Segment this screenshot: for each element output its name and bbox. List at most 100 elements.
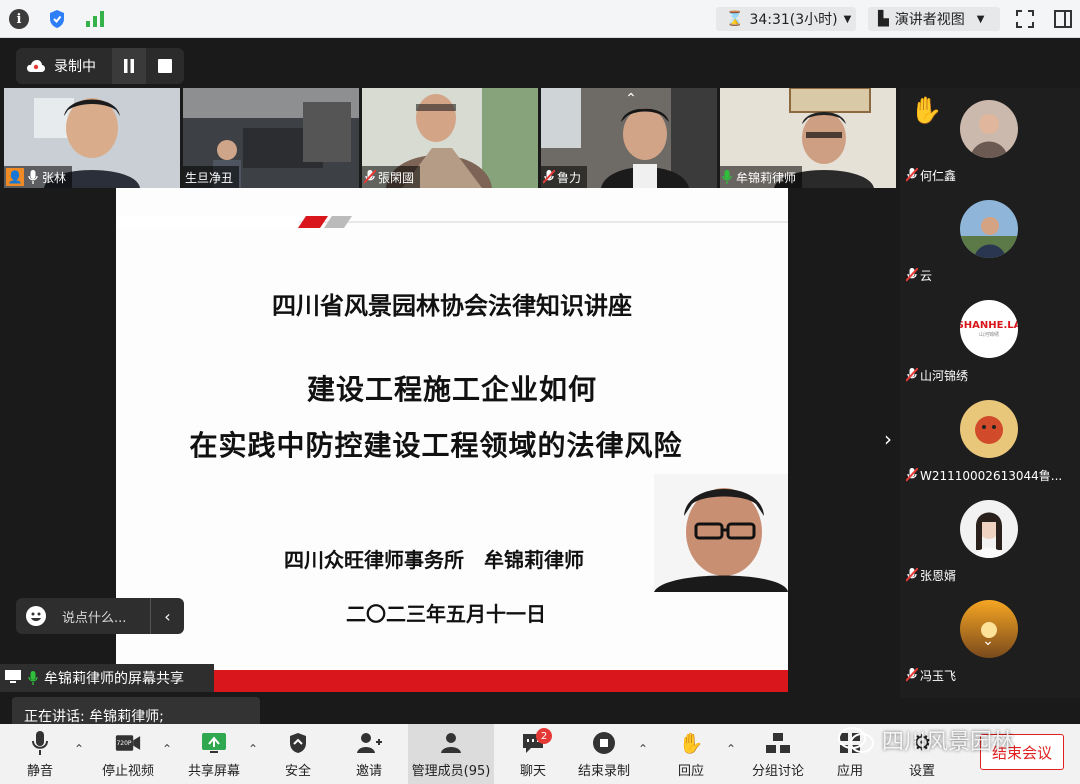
fullscreen-icon[interactable] (1014, 8, 1036, 30)
manage-members-label: 管理成员(95) (411, 764, 491, 779)
chevron-up-icon[interactable]: ⌃ (162, 742, 172, 756)
slide-header-bar (116, 216, 788, 228)
end-recording-button[interactable]: 结束录制 (574, 724, 634, 784)
participant-gallery-panel: ⌃ ✋ 何仁鑫 云 SHANHE.LA 山河锦绣 山河锦绣 (900, 88, 1080, 698)
participant-name-tag: 👤 张林 (4, 166, 73, 188)
participant-name: 张恩婿 (920, 568, 957, 583)
participant-name: 張閑國 (378, 170, 415, 185)
chat-label: 聊天 (519, 764, 546, 779)
slide-presenter: 四川众旺律师事务所 牟锦莉律师 (284, 548, 584, 572)
active-speaker-text: 正在讲话: 牟锦莉律师; (24, 709, 164, 725)
muted-microphone-icon (542, 169, 556, 184)
video-quality-badge: 720P (116, 739, 132, 747)
security-button[interactable]: 安全 (276, 724, 320, 784)
share-screen-button[interactable]: 共享屏幕 (184, 724, 244, 784)
slide-footer-bar (116, 670, 788, 692)
chevron-up-icon[interactable]: ⌃ (74, 742, 84, 756)
mute-label: 静音 (26, 764, 53, 779)
muted-microphone-icon (905, 367, 919, 382)
share-screen-icon (201, 731, 227, 755)
meeting-timer[interactable]: ⌛ 34:31(3小时) ▼ (716, 7, 856, 31)
security-label: 安全 (284, 764, 311, 779)
settings-label: 设置 (908, 764, 935, 779)
participant-name-tag: 云 (905, 266, 933, 284)
apps-label: 应用 (836, 764, 863, 779)
end-recording-label: 结束录制 (577, 764, 630, 779)
watermark-text: 四川风景园林 (882, 730, 1015, 755)
breakout-icon (765, 731, 791, 755)
shield-icon[interactable] (46, 8, 68, 30)
participant-name-tag: 鲁力 (541, 166, 588, 188)
chat-quick-input[interactable]: 说点什么... ‹ (16, 598, 184, 634)
manage-members-button[interactable]: 管理成员(95) (408, 724, 494, 784)
participant-name-tag: 张恩婿 (905, 566, 957, 584)
participant-thumb[interactable]: 张恩婿 (900, 488, 1080, 588)
reactions-button[interactable]: ✋ 回应 (668, 724, 714, 784)
emoji-icon[interactable] (26, 606, 46, 626)
participant-name: 山河锦绣 (920, 368, 969, 383)
video-tile[interactable]: 👤 张林 (4, 88, 180, 188)
timer-text: 34:31(3小时) (749, 12, 838, 28)
participant-thumb[interactable]: ⌄ 冯玉飞 (900, 588, 1080, 688)
chevron-up-icon[interactable]: ⌃ (638, 742, 648, 756)
invite-label: 邀请 (355, 764, 382, 779)
muted-microphone-icon (905, 667, 919, 682)
invite-button[interactable]: 邀请 (346, 724, 392, 784)
info-icon[interactable]: i (8, 8, 30, 30)
slide-date: 二〇二三年五月十一日 (346, 602, 546, 626)
participant-name-tag: 生旦净丑 (183, 166, 240, 188)
shared-screen-slide: 四川省风景园林协会法律知识讲座 建设工程施工企业如何 在实践中防控建设工程领域的… (116, 188, 788, 692)
stop-recording-icon (591, 731, 617, 755)
recording-label: 录制中 (54, 59, 96, 75)
speaker-video-inset[interactable] (654, 474, 788, 592)
video-camera-icon: 720P (115, 731, 141, 755)
signal-icon[interactable] (84, 8, 106, 30)
add-user-icon (356, 731, 382, 755)
participant-name-tag: 何仁鑫 (905, 166, 956, 184)
chevron-up-icon[interactable]: ⌃ (726, 742, 736, 756)
recording-indicator: 录制中 (16, 48, 184, 84)
video-tile[interactable]: ⌃ 鲁力 (541, 88, 717, 188)
hand-icon: ✋ (678, 731, 704, 755)
sidebar-toggle-icon[interactable] (1052, 8, 1074, 30)
microphone-icon (27, 731, 53, 755)
participant-name: 张林 (42, 170, 67, 185)
video-tile[interactable]: 生旦净丑 (183, 88, 359, 188)
participant-name-tag: W21110002613044鲁... (905, 466, 1062, 484)
person-icon: 👤 (6, 168, 24, 186)
chevron-left-icon[interactable]: ‹ (150, 598, 184, 634)
chat-placeholder[interactable]: 说点什么... (62, 607, 126, 626)
presenter-view-dropdown[interactable]: ▙ 演讲者视图 ▼ (868, 7, 1000, 31)
chevron-down-icon: ▼ (976, 13, 985, 25)
hourglass-icon: ⌛ (726, 11, 744, 27)
scroll-up-icon[interactable]: ⌃ (617, 90, 645, 108)
participant-thumb[interactable]: ✋ 何仁鑫 (900, 88, 1080, 188)
video-tile[interactable]: 牟锦莉律师 (720, 88, 896, 188)
breakout-rooms-button[interactable]: 分组讨论 (748, 724, 808, 784)
stop-recording-button[interactable] (148, 48, 182, 84)
pause-recording-button[interactable] (112, 48, 146, 84)
chevron-right-icon[interactable]: › (874, 427, 902, 451)
members-icon (438, 731, 464, 755)
slide-heading-line2: 在实践中防控建设工程领域的法律风险 (189, 429, 683, 462)
participant-thumb[interactable]: 云 (900, 188, 1080, 288)
microphone-icon (28, 671, 38, 685)
chevron-up-icon[interactable]: ⌃ (248, 742, 258, 756)
stop-video-button[interactable]: 720P 停止视频 (96, 724, 160, 784)
mute-button[interactable]: 静音 (14, 724, 66, 784)
channel-watermark: 四川风景园林 (838, 724, 1014, 756)
participant-thumb[interactable]: W21110002613044鲁... (900, 388, 1080, 488)
screen-share-icon (4, 669, 22, 687)
participant-name: 云 (920, 268, 933, 283)
scroll-down-icon[interactable]: ⌄ (974, 632, 1002, 650)
participant-thumb[interactable]: SHANHE.LA 山河锦绣 山河锦绣 (900, 288, 1080, 388)
video-tile[interactable]: 張閑國 (362, 88, 538, 188)
participant-name: 生旦净丑 (185, 170, 234, 185)
muted-microphone-icon (363, 169, 377, 184)
participant-name: 牟锦莉律师 (736, 170, 797, 185)
logo-text: SHANHE.LA (960, 320, 1018, 331)
screen-share-text: 牟锦莉律师的屏幕共享 (44, 671, 184, 687)
avatar (960, 400, 1018, 458)
layout-icon: ▙ (878, 11, 889, 27)
avatar (960, 200, 1018, 258)
